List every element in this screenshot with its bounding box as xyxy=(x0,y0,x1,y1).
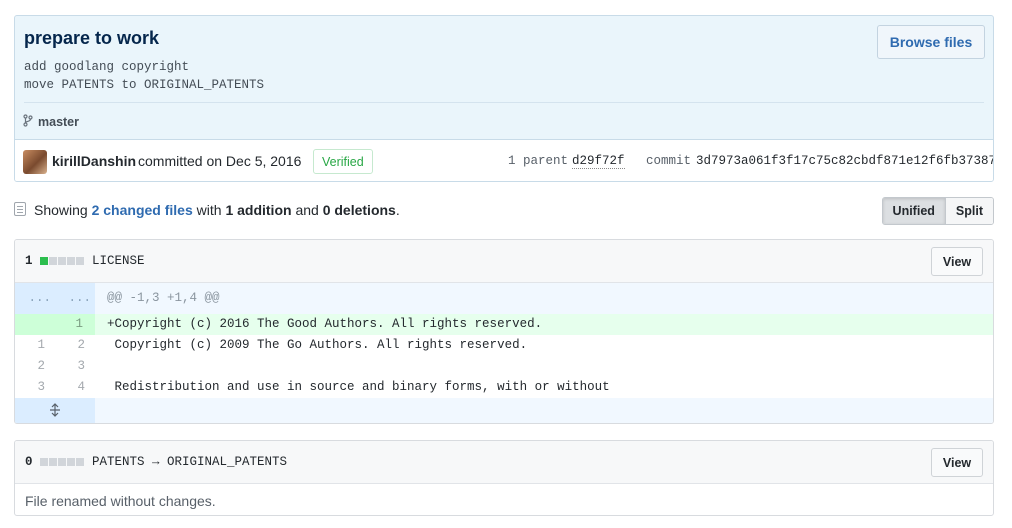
diffstat-block-added xyxy=(40,257,48,265)
author-link[interactable]: kirillDanshin xyxy=(52,153,136,169)
file-diff: 0 PATENTS → ORIGINAL_PATENTS View File r… xyxy=(14,440,994,516)
file-message: File renamed without changes. xyxy=(25,493,216,509)
file-header: 1 LICENSE View xyxy=(15,240,993,283)
verified-badge[interactable]: Verified xyxy=(313,149,373,174)
commit-label: commit xyxy=(646,154,692,168)
file-diff: 1 LICENSE View ... ... @@ -1,3 +1,4 @@ 1… xyxy=(14,239,994,424)
git-branch-icon xyxy=(23,114,33,130)
diff-summary: Showing 2 changed files with 1 addition … xyxy=(14,197,994,225)
old-line-number[interactable]: 2 xyxy=(15,356,45,377)
diffstat-block xyxy=(58,257,66,265)
branch-name[interactable]: master xyxy=(38,115,79,129)
summary-text: Showing 2 changed files with 1 addition … xyxy=(34,202,400,218)
diff-line: 2 3 xyxy=(15,356,993,377)
expand-row xyxy=(15,398,993,423)
diffstat-block xyxy=(58,458,66,466)
commit-sha: 3d7973a061f3f17c75c82cbdf871e12f6fb37387 xyxy=(696,154,994,168)
diffstat-block xyxy=(76,257,84,265)
file-diff-icon[interactable] xyxy=(14,202,26,216)
line-code: Copyright (c) 2009 The Go Authors. All r… xyxy=(107,338,528,352)
commit-header: prepare to work add goodlang copyright m… xyxy=(14,15,994,182)
new-line-number[interactable]: 4 xyxy=(55,377,85,398)
parent-sha-link[interactable]: d29f72f xyxy=(572,154,625,169)
line-code: Redistribution and use in source and bin… xyxy=(107,380,610,394)
commit-title: prepare to work xyxy=(24,28,160,48)
new-line-number[interactable]: 2 xyxy=(55,335,85,356)
file-name[interactable]: LICENSE xyxy=(92,254,145,268)
hunk-header: ... ... @@ -1,3 +1,4 @@ xyxy=(15,283,993,314)
commit-meta: kirillDanshin committed on Dec 5, 2016 V… xyxy=(15,139,994,181)
diffstat-block xyxy=(40,458,48,466)
divider xyxy=(24,102,984,103)
diffstat-count: 0 xyxy=(25,455,33,469)
diffstat-blocks xyxy=(40,458,84,466)
diff-line-added: 1 +Copyright (c) 2016 The Good Authors. … xyxy=(15,314,993,335)
diff-line: 3 4 Redistribution and use in source and… xyxy=(15,377,993,398)
summary-period: . xyxy=(395,202,400,218)
diffstat-block xyxy=(49,257,57,265)
diff-line: 1 2 Copyright (c) 2009 The Go Authors. A… xyxy=(15,335,993,356)
summary-and: and xyxy=(291,202,323,218)
changed-files-link[interactable]: 2 changed files xyxy=(92,202,193,218)
view-file-button[interactable]: View xyxy=(931,448,983,477)
diffstat-block xyxy=(67,458,75,466)
diffstat-blocks xyxy=(40,257,84,265)
unified-button[interactable]: Unified xyxy=(882,198,946,224)
diffstat-block xyxy=(67,257,75,265)
split-button[interactable]: Split xyxy=(945,198,993,224)
parent-label: 1 parent xyxy=(508,154,569,168)
hunk-text: @@ -1,3 +1,4 @@ xyxy=(107,291,220,305)
hunk-expand-left[interactable]: ... xyxy=(15,283,51,314)
unfold-icon[interactable] xyxy=(49,403,61,420)
diffstat-block xyxy=(49,458,57,466)
old-line-number[interactable]: 3 xyxy=(15,377,45,398)
diffstat-count: 1 xyxy=(25,254,33,268)
additions-count: 1 addition xyxy=(225,202,292,218)
diffstat-block xyxy=(76,458,84,466)
view-file-button[interactable]: View xyxy=(931,247,983,276)
browse-files-button[interactable]: Browse files xyxy=(877,25,985,59)
hunk-expand-right[interactable]: ... xyxy=(55,283,91,314)
line-code: +Copyright (c) 2016 The Good Authors. Al… xyxy=(107,317,543,331)
summary-with: with xyxy=(192,202,226,218)
new-line-number[interactable]: 1 xyxy=(55,314,83,335)
new-line-number[interactable]: 3 xyxy=(55,356,85,377)
branch-indicator: master xyxy=(23,114,79,130)
commit-date: committed on Dec 5, 2016 xyxy=(138,153,302,169)
file-header: 0 PATENTS → ORIGINAL_PATENTS View xyxy=(15,441,993,484)
file-name[interactable]: PATENTS → ORIGINAL_PATENTS xyxy=(92,455,287,469)
avatar[interactable] xyxy=(23,150,47,174)
old-line-number[interactable]: 1 xyxy=(15,335,45,356)
diff-view-toggle: Unified Split xyxy=(881,197,994,225)
commit-description: add goodlang copyright move PATENTS to O… xyxy=(24,60,265,92)
summary-prefix: Showing xyxy=(34,202,92,218)
deletions-count: 0 deletions xyxy=(322,202,396,218)
